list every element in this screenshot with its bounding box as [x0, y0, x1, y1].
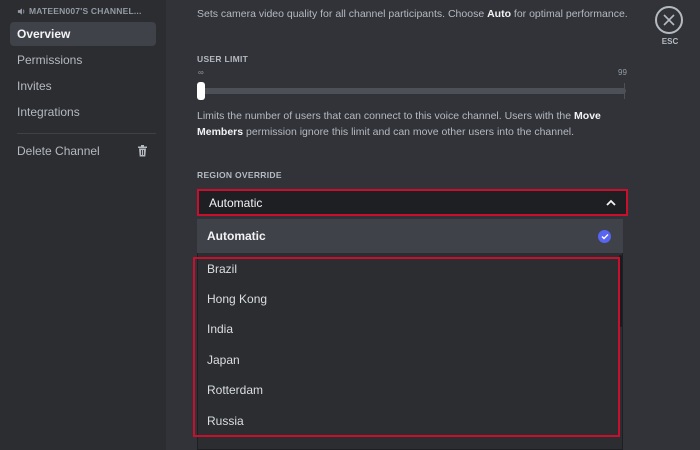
chevron-up-icon — [606, 199, 616, 206]
slider-min-marker: ∞ — [198, 68, 204, 77]
sidebar-item-overview[interactable]: Overview — [10, 22, 156, 46]
delete-channel-label: Delete Channel — [17, 144, 100, 158]
settings-sidebar: MATEEN007'S CHANNEL... Overview Permissi… — [0, 0, 166, 450]
delete-channel-button[interactable]: Delete Channel — [10, 139, 156, 163]
desc-text: Sets camera video quality for all channe… — [197, 8, 488, 20]
channel-header: MATEEN007'S CHANNEL... — [17, 6, 162, 16]
region-override-label: REGION OVERRIDE — [197, 170, 282, 180]
desc-text: Limits the number of users that can conn… — [197, 110, 575, 122]
sidebar-item-integrations[interactable]: Integrations — [10, 100, 156, 124]
speaker-icon — [17, 7, 25, 15]
desc-text: for optimal performance. — [511, 8, 628, 20]
region-option-automatic[interactable]: Automatic — [197, 219, 623, 253]
desc-bold: Auto — [487, 8, 511, 20]
close-button[interactable] — [655, 6, 683, 34]
region-select-value: Automatic — [209, 195, 263, 210]
check-icon — [598, 229, 611, 243]
close-icon — [663, 14, 675, 26]
user-limit-description: Limits the number of users that can conn… — [197, 108, 617, 140]
close-control: ESC — [655, 6, 685, 46]
video-quality-description: Sets camera video quality for all channe… — [197, 8, 628, 20]
user-limit-label: USER LIMIT — [197, 54, 249, 64]
user-limit-slider-track[interactable] — [200, 88, 626, 94]
sidebar-item-label: Permissions — [17, 53, 83, 67]
sidebar-divider — [17, 133, 156, 134]
option-label: Automatic — [207, 229, 266, 243]
sidebar-item-label: Integrations — [17, 105, 80, 119]
sidebar-item-label: Invites — [17, 79, 52, 93]
channel-name: MATEEN007'S CHANNEL... — [29, 6, 142, 16]
desc-text: permission ignore this limit and can mov… — [243, 126, 575, 138]
sidebar-item-permissions[interactable]: Permissions — [10, 48, 156, 72]
region-select[interactable]: Automatic — [197, 189, 628, 216]
sidebar-item-label: Overview — [17, 27, 71, 41]
sidebar-item-invites[interactable]: Invites — [10, 74, 156, 98]
slider-max-marker: 99 — [618, 68, 627, 77]
options-highlight-box — [193, 257, 620, 437]
user-limit-slider-handle[interactable] — [197, 82, 205, 100]
slider-tick — [624, 83, 625, 99]
trash-icon — [138, 145, 147, 157]
esc-label: ESC — [661, 37, 679, 46]
